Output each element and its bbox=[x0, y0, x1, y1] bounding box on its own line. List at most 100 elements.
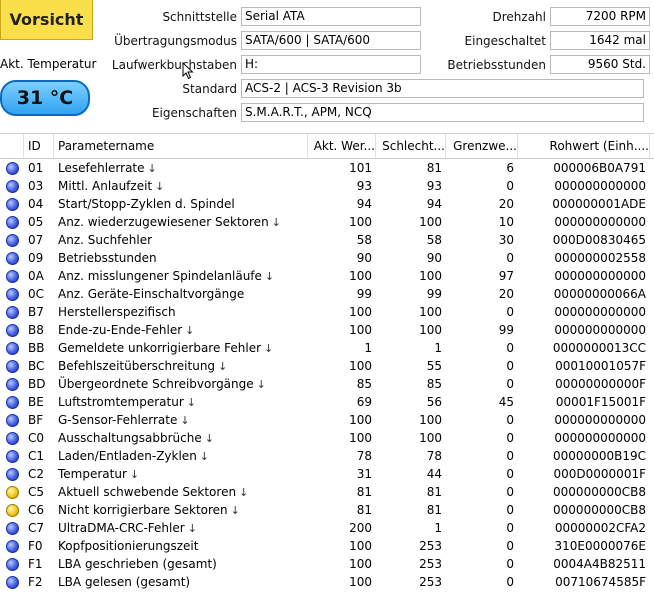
table-row[interactable]: C1 Laden/Entladen-Zyklen ↓ 78 78 0 00000000B19… bbox=[0, 447, 654, 465]
table-row[interactable]: BE Luftstromtemperatur ↓ 69 56 45 00001F15001F bbox=[0, 393, 654, 411]
column-header-id[interactable]: ID bbox=[24, 134, 54, 158]
status-blue-icon bbox=[5, 377, 19, 391]
threshold-value: 99 bbox=[498, 323, 514, 337]
threshold-value: 97 bbox=[498, 269, 514, 283]
table-row[interactable]: 04 Start/Stopp-Zyklen d. Spindel 94 94 20 000… bbox=[0, 195, 654, 213]
threshold-value: 0 bbox=[506, 467, 514, 481]
status-blue-icon bbox=[5, 431, 19, 445]
threshold-value: 0 bbox=[506, 359, 514, 373]
attribute-id: 05 bbox=[28, 215, 44, 229]
status-column-header[interactable] bbox=[0, 134, 24, 158]
table-row[interactable]: BC Befehlszeitüberschreitung ↓ 100 55 0 000100… bbox=[0, 357, 654, 375]
column-header-worst[interactable]: Schlecht... bbox=[376, 134, 446, 158]
threshold-value: 6 bbox=[506, 161, 514, 175]
status-cell bbox=[0, 339, 24, 357]
worst-value: 100 bbox=[419, 269, 442, 283]
status-cell bbox=[0, 483, 24, 501]
column-header-raw[interactable]: Rohwert (Einh.... bbox=[518, 134, 650, 158]
raw-value: 000000002558 bbox=[554, 251, 646, 265]
attribute-name-cell: Herstellerspezifisch bbox=[54, 303, 308, 321]
current-value: 100 bbox=[349, 539, 372, 553]
standard-label: Standard bbox=[182, 82, 237, 96]
worst-value: 44 bbox=[426, 467, 442, 481]
raw-value: 00000002CFA2 bbox=[554, 521, 646, 535]
column-header-threshold[interactable]: Grenzwe... bbox=[446, 134, 518, 158]
worst-value: 253 bbox=[419, 557, 442, 571]
status-blue-icon bbox=[5, 179, 19, 193]
attribute-name: Gemeldete unkorrigierbare Fehler bbox=[58, 341, 262, 355]
attribute-name-cell: Befehlszeitüberschreitung ↓ bbox=[54, 357, 308, 375]
attribute-name-cell: Temperatur ↓ bbox=[54, 465, 308, 483]
table-row[interactable]: 0A Anz. misslungener Spindelanläufe ↓ 100 10… bbox=[0, 267, 654, 285]
attribute-name-cell: Anz. misslungener Spindelanläufe ↓ bbox=[54, 267, 308, 285]
attribute-name: Kopfpositionierungszeit bbox=[58, 539, 199, 553]
table-row[interactable]: BF G-Sensor-Fehlerrate ↓ 100 100 0 00000000000… bbox=[0, 411, 654, 429]
arrow-down-icon: ↓ bbox=[186, 396, 196, 409]
table-row[interactable]: BB Gemeldete unkorrigierbare Fehler ↓ 1 1 0 00… bbox=[0, 339, 654, 357]
attribute-name: LBA geschrieben (gesamt) bbox=[58, 557, 217, 571]
table-row[interactable]: F1 LBA geschrieben (gesamt) 100 253 0 0004A4B… bbox=[0, 555, 654, 573]
table-row[interactable]: BD Übergeordnete Schreibvorgänge ↓ 85 85 0 000… bbox=[0, 375, 654, 393]
attribute-name: G-Sensor-Fehlerrate bbox=[58, 413, 178, 427]
table-row[interactable]: 09 Betriebsstunden 90 90 0 000000002558 bbox=[0, 249, 654, 267]
table-row[interactable]: C0 Ausschaltungsabbrüche ↓ 100 100 0 000000000… bbox=[0, 429, 654, 447]
power-on-count-label: Eingeschaltet bbox=[464, 34, 546, 48]
attribute-id: F1 bbox=[28, 557, 43, 571]
raw-value: 000000000CB8 bbox=[553, 503, 646, 517]
status-cell bbox=[0, 357, 24, 375]
status-blue-icon bbox=[5, 521, 19, 535]
status-blue-icon bbox=[5, 467, 19, 481]
attribute-id: F0 bbox=[28, 539, 43, 553]
attribute-id: C7 bbox=[28, 521, 45, 535]
table-row[interactable]: 0C Anz. Geräte-Einschaltvorgänge 99 99 20 000… bbox=[0, 285, 654, 303]
column-header-name[interactable]: Parametername bbox=[54, 134, 308, 158]
attribute-name-cell: Gemeldete unkorrigierbare Fehler ↓ bbox=[54, 339, 308, 357]
power-on-hours-label: Betriebsstunden bbox=[447, 58, 546, 72]
table-row[interactable]: C2 Temperatur ↓ 31 44 0 000D0000001F bbox=[0, 465, 654, 483]
worst-value: 100 bbox=[419, 323, 442, 337]
threshold-value: 0 bbox=[506, 341, 514, 355]
raw-value: 000D0000001F bbox=[553, 467, 647, 481]
table-row[interactable]: C7 UltraDMA-CRC-Fehler ↓ 200 1 0 00000002CFA2 bbox=[0, 519, 654, 537]
status-yellow-icon bbox=[5, 485, 19, 499]
table-row[interactable]: F0 Kopfpositionierungszeit 100 253 0 310E0000… bbox=[0, 537, 654, 555]
attribute-name: Mittl. Anlaufzeit bbox=[58, 179, 153, 193]
arrow-down-icon: ↓ bbox=[264, 270, 275, 283]
table-row[interactable]: 05 Anz. wiederzugewiesener Sektoren ↓ 100 10… bbox=[0, 213, 654, 231]
attribute-name-cell: Kopfpositionierungszeit bbox=[54, 537, 308, 555]
table-row[interactable]: B8 Ende-zu-Ende-Fehler ↓ 100 100 99 0000000000… bbox=[0, 321, 654, 339]
arrow-down-icon: ↓ bbox=[271, 216, 281, 229]
attribute-id: BE bbox=[28, 395, 44, 409]
table-row[interactable]: C5 Aktuell schwebende Sektoren ↓ 81 81 0 00000… bbox=[0, 483, 654, 501]
table-row[interactable]: 03 Mittl. Anlaufzeit ↓ 93 93 0 000000000000 bbox=[0, 177, 654, 195]
mouse-cursor-icon bbox=[182, 62, 194, 80]
table-row[interactable]: 01 Lesefehlerrate ↓ 101 81 6 000006B0A791 bbox=[0, 159, 654, 177]
column-header-current[interactable]: Akt. Wer... bbox=[308, 134, 376, 158]
status-cell bbox=[0, 465, 24, 483]
attribute-id: 01 bbox=[28, 161, 44, 175]
current-value: 100 bbox=[349, 305, 372, 319]
status-blue-icon bbox=[5, 197, 19, 211]
temperature-badge: 31 °C bbox=[0, 80, 90, 116]
status-blue-icon bbox=[5, 539, 19, 553]
table-row[interactable]: C6 Nicht korrigierbare Sektoren ↓ 81 81 0 0000… bbox=[0, 501, 654, 519]
attribute-name-cell: Betriebsstunden bbox=[54, 249, 308, 267]
status-blue-icon bbox=[5, 233, 19, 247]
attribute-id: 09 bbox=[28, 251, 44, 265]
raw-value: 000000000000 bbox=[554, 215, 646, 229]
attribute-name-cell: LBA geschrieben (gesamt) bbox=[54, 555, 308, 573]
worst-value: 1 bbox=[434, 521, 442, 535]
rotation-rate-label: Drehzahl bbox=[492, 10, 547, 24]
attribute-name: LBA gelesen (gesamt) bbox=[58, 575, 191, 589]
arrow-down-icon: ↓ bbox=[185, 324, 195, 337]
raw-value: 00010001057F bbox=[555, 359, 646, 373]
attribute-name-cell: Lesefehlerrate ↓ bbox=[54, 159, 308, 177]
attribute-id: BD bbox=[28, 377, 46, 391]
table-row[interactable]: B7 Herstellerspezifisch 100 100 0 00000000000… bbox=[0, 303, 654, 321]
threshold-value: 0 bbox=[506, 251, 514, 265]
attribute-name: Laden/Entladen-Zyklen bbox=[58, 449, 197, 463]
status-blue-icon bbox=[5, 161, 19, 175]
status-blue-icon bbox=[5, 269, 19, 283]
table-row[interactable]: F2 LBA gelesen (gesamt) 100 253 0 00710674585… bbox=[0, 573, 654, 591]
table-row[interactable]: 07 Anz. Suchfehler 58 58 30 000D00830465 bbox=[0, 231, 654, 249]
